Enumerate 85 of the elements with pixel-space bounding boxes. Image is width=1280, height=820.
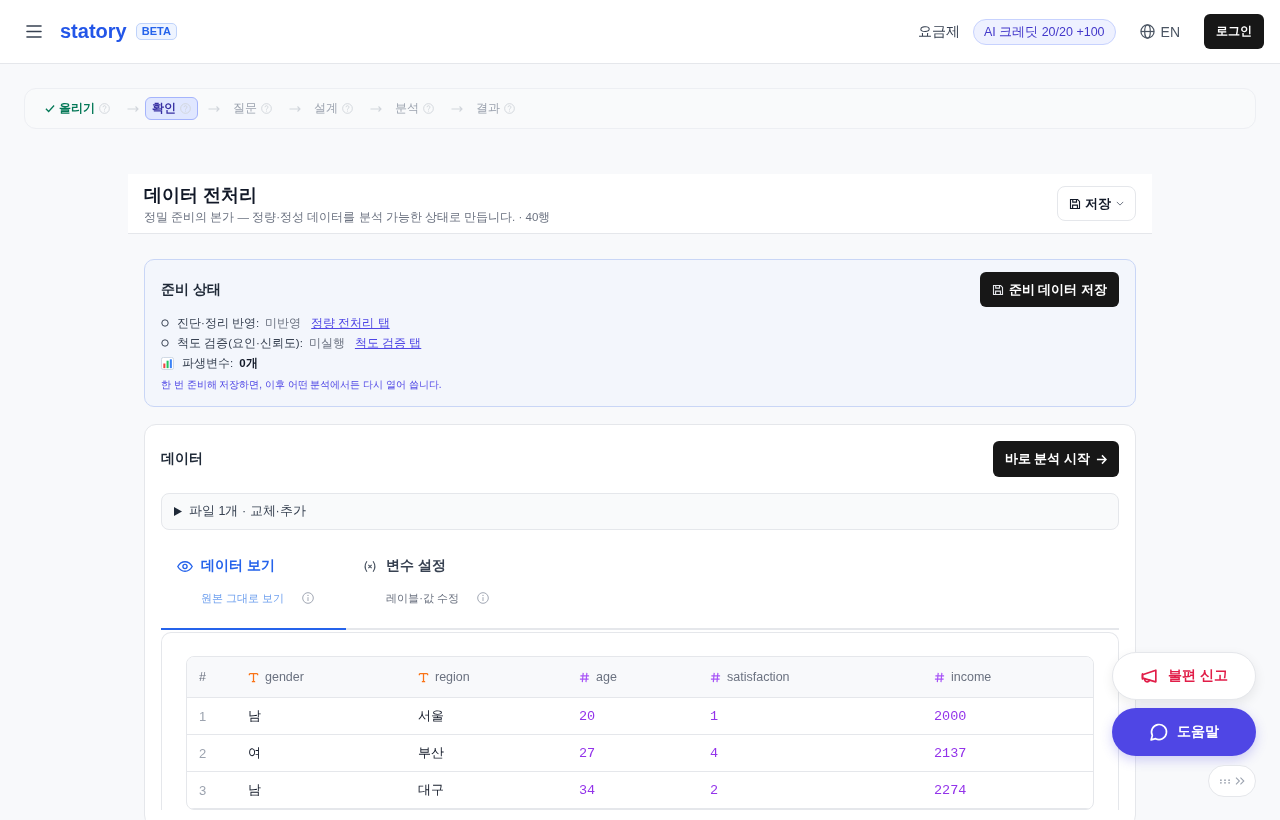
save-data-button[interactable]: 준비 데이터 저장 [979, 272, 1119, 307]
table-cell: 34 [579, 782, 596, 798]
pricing-link[interactable]: 요금제 [917, 22, 960, 41]
check-icon [45, 104, 55, 113]
arrow-right-icon [289, 104, 301, 113]
help-icon[interactable] [99, 103, 110, 114]
help-icon[interactable] [180, 103, 191, 114]
report-button[interactable]: 불편 신고 [1112, 652, 1256, 700]
floppy-disk-icon [1069, 197, 1081, 210]
column-header: age [596, 670, 617, 684]
variable-icon [362, 559, 379, 573]
login-button[interactable]: 로그인 [1204, 14, 1264, 49]
info-icon[interactable] [302, 592, 315, 604]
tab[interactable]: 변수 설정 레이블·값 수정 [346, 544, 521, 630]
tab[interactable]: 데이터 보기 원본 그대로 보기 [161, 544, 347, 630]
logo[interactable]: statory [60, 20, 127, 43]
status-label: 진단·정리 반영: [177, 315, 260, 331]
floppy-disk-icon [991, 283, 1004, 296]
card-title: 데이터 [161, 450, 203, 468]
start-analysis-button[interactable]: 바로 분석 시작 [992, 441, 1119, 477]
table-cell: 대구 [418, 781, 444, 799]
count-label: 파생변수: [182, 355, 234, 371]
help-icon[interactable] [504, 103, 515, 114]
arrow-right-icon [127, 104, 139, 113]
language-button[interactable]: EN [1139, 23, 1180, 40]
status-value: 미반영 [265, 315, 302, 331]
column-header: gender [265, 670, 304, 684]
help-icon[interactable] [423, 103, 434, 114]
help-button[interactable]: 도움말 [1112, 708, 1256, 756]
info-icon[interactable] [476, 592, 489, 604]
status-value: 미실행 [308, 335, 345, 351]
grip-icon [1219, 778, 1230, 784]
file-toggle[interactable]: 파일 1개 · 교체·추가 [161, 493, 1119, 530]
beta-badge: BETA [135, 23, 177, 40]
panel-title: 준비 상태 [161, 280, 221, 299]
table-cell: 남 [248, 781, 261, 799]
text-type-icon [248, 671, 259, 683]
count-value: 0개 [239, 355, 258, 371]
table-cell: 1 [199, 708, 207, 724]
info-note: 한 번 준비해 저장하면, 이후 어떤 분석에서든 다시 열어 씁니다. [161, 378, 443, 392]
table-cell: 1 [710, 708, 719, 724]
bar-chart-icon [161, 356, 174, 370]
tab-link[interactable]: 척도 검증 탭 [354, 335, 422, 351]
step-tab[interactable]: 확인 [145, 97, 198, 120]
column-header: region [435, 670, 470, 684]
table-cell: 여 [248, 744, 261, 762]
table-cell: 20 [579, 708, 596, 724]
table-cell: 2 [199, 745, 207, 761]
save-button[interactable]: 저장 [1057, 186, 1136, 221]
table-cell: 2000 [934, 708, 967, 724]
table-cell: 남 [248, 707, 261, 725]
status-label: 척도 검증(요인·신뢰도): [177, 335, 303, 351]
text-type-icon [418, 671, 429, 683]
column-header: satisfaction [727, 670, 790, 684]
table-cell: 4 [710, 745, 719, 761]
hash-icon [579, 671, 590, 683]
page-subtitle: 정밀 준비의 본가 — 정량·정성 데이터를 분석 가능한 상태로 만듭니다. · 40행 [144, 209, 551, 224]
table-cell: 2 [710, 782, 719, 798]
arrow-right-icon [451, 104, 463, 113]
help-icon[interactable] [261, 103, 272, 114]
menu-icon[interactable] [26, 25, 42, 38]
eye-icon [177, 559, 193, 573]
tab-link[interactable]: 정량 전처리 탭 [311, 315, 390, 331]
column-header: income [951, 670, 992, 684]
page-title: 데이터 전처리 [144, 183, 258, 206]
table-cell: 27 [579, 745, 596, 761]
hash-icon [934, 671, 945, 683]
help-icon[interactable] [342, 103, 353, 114]
table-cell: 부산 [418, 744, 444, 762]
double-chevron-icon [1234, 777, 1245, 785]
chevron-down-icon [1116, 201, 1124, 206]
chat-bubble-icon [1149, 722, 1169, 742]
arrow-right-icon [1096, 453, 1107, 465]
table-cell: 서울 [418, 707, 444, 725]
dock-toggle-button[interactable] [1208, 765, 1256, 797]
globe-icon [1139, 24, 1155, 39]
hash-icon [710, 671, 721, 683]
arrow-right-icon [208, 104, 220, 113]
table-cell: 2137 [934, 745, 967, 761]
table-cell: 3 [199, 782, 207, 798]
step-tab[interactable]: 올리기 [38, 97, 117, 120]
table-cell: 2274 [934, 782, 967, 798]
credits-badge[interactable]: AI 크레딧 20/20 +100 [972, 18, 1116, 45]
column-header: # [199, 670, 206, 684]
arrow-right-icon [370, 104, 382, 113]
